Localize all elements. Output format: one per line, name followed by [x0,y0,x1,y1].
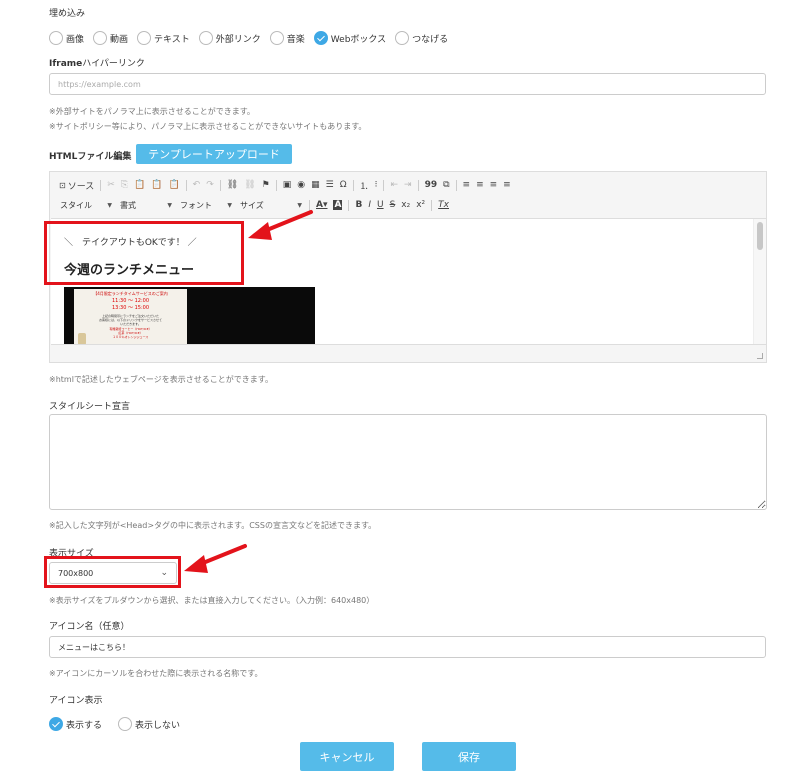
annotation-arrow-icon [184,544,247,573]
annotation-arrows [184,210,313,573]
annotation-arrow-icon [248,210,313,240]
